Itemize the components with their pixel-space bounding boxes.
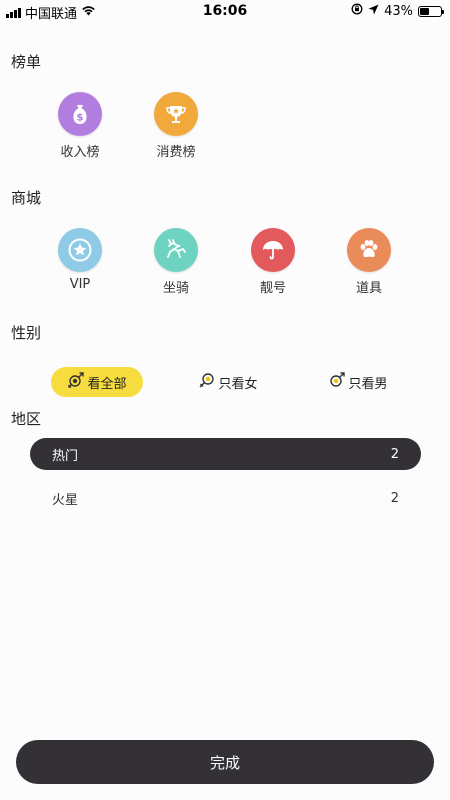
status-right: 43%	[351, 3, 444, 19]
mall-item-vip[interactable]: VIP	[45, 228, 115, 292]
mall-item-mount-label: 坐骑	[162, 281, 189, 296]
mall-item-props[interactable]: 道具	[334, 228, 404, 296]
location-arrow-icon	[368, 4, 379, 19]
mall-item-vip-label: VIP	[69, 277, 91, 292]
region-row-hot-count: 2	[390, 446, 399, 462]
region-row-mars[interactable]: 火星 2	[30, 482, 421, 514]
paw-icon	[347, 228, 391, 272]
money-bag-icon: $	[58, 92, 102, 136]
section-title-gender: 性别	[11, 324, 42, 342]
ranking-item-income-label: 收入榜	[60, 145, 100, 160]
mall-item-special-number-label: 靓号	[259, 281, 286, 296]
status-bar: 中国联通 16:06 43%	[0, 0, 450, 22]
gender-option-male-label: 只看男	[348, 376, 388, 392]
region-row-hot[interactable]: 热门 2	[30, 438, 421, 470]
gender-option-all[interactable]: 看全部	[51, 367, 143, 397]
section-title-ranking: 榜单	[11, 53, 42, 71]
umbrella-icon	[251, 228, 295, 272]
male-icon	[328, 371, 346, 393]
gender-all-icon	[67, 371, 85, 393]
mall-item-props-label: 道具	[355, 281, 382, 296]
gender-option-female-label: 只看女	[218, 376, 258, 392]
region-row-mars-count: 2	[390, 490, 399, 506]
svg-text:$: $	[77, 113, 84, 124]
gender-option-female[interactable]: 只看女	[188, 367, 268, 397]
done-button[interactable]: 完成	[16, 740, 434, 784]
female-icon	[198, 371, 216, 393]
region-row-hot-name: 热门	[52, 448, 79, 464]
section-title-mall: 商城	[11, 189, 42, 207]
gender-option-male[interactable]: 只看男	[318, 367, 398, 397]
mall-item-mount[interactable]: 坐骑	[141, 228, 211, 296]
star-badge-icon	[58, 228, 102, 272]
rotation-lock-icon	[351, 3, 363, 19]
ranking-item-spending-label: 消费榜	[156, 145, 196, 160]
battery-icon	[418, 5, 444, 17]
region-row-mars-name: 火星	[52, 492, 79, 508]
mall-item-special-number[interactable]: 靓号	[238, 228, 308, 296]
ranking-item-spending[interactable]: 消费榜	[141, 92, 211, 160]
battery-percent: 43%	[384, 3, 413, 19]
trophy-icon	[154, 92, 198, 136]
gender-option-all-label: 看全部	[87, 376, 127, 392]
deer-icon	[154, 228, 198, 272]
ranking-item-income[interactable]: $ 收入榜	[45, 92, 115, 160]
section-title-region: 地区	[11, 410, 42, 428]
